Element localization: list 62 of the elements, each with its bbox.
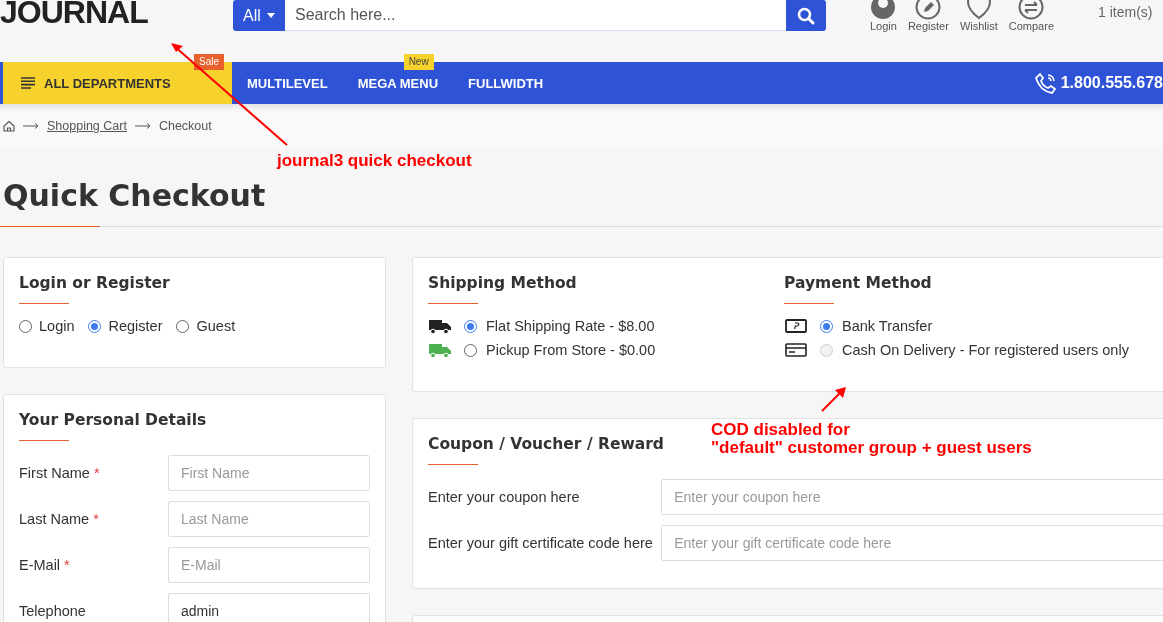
input-field[interactable]: Enter your gift certificate code here bbox=[661, 525, 1163, 561]
search-button[interactable] bbox=[786, 0, 826, 31]
input-field[interactable]: E-Mail bbox=[168, 547, 370, 583]
phone-number[interactable]: 1.800.555.678 bbox=[1060, 74, 1163, 92]
phone-icon bbox=[1034, 72, 1057, 94]
logo[interactable]: JOURNAL bbox=[0, 0, 233, 28]
field-label: Last Name * bbox=[19, 511, 100, 527]
breadcrumb-link[interactable]: Checkout bbox=[158, 119, 212, 133]
caret-icon bbox=[266, 13, 275, 18]
section-title: Payment Method bbox=[784, 273, 932, 294]
radio-option[interactable]: Pickup From Store - $0.00 bbox=[428, 342, 784, 358]
field-label: Telephone bbox=[19, 603, 87, 619]
account-link[interactable]: Wishlist bbox=[959, 0, 998, 32]
section-title: Coupon / Voucher / Reward bbox=[428, 434, 664, 455]
section-title: Your Personal Details bbox=[19, 410, 207, 431]
search-icon bbox=[797, 6, 815, 25]
field-label: E-Mail * bbox=[19, 557, 71, 573]
radio-button[interactable] bbox=[820, 319, 833, 333]
cart-link[interactable]: 1 item(s) bbox=[1098, 4, 1153, 20]
input-field[interactable]: Last Name bbox=[168, 501, 370, 537]
pencil-icon bbox=[915, 0, 942, 20]
menu-icon bbox=[21, 77, 35, 89]
radio-option[interactable]: Guest bbox=[176, 318, 236, 334]
home-icon[interactable] bbox=[3, 120, 15, 132]
nav-menu-item[interactable]: FULLWIDTH bbox=[453, 75, 559, 91]
input-field[interactable]: Enter your coupon here bbox=[661, 479, 1163, 515]
arrow-icon bbox=[23, 123, 39, 129]
radio-option[interactable]: Flat Shipping Rate - $8.00 bbox=[428, 318, 784, 334]
breadcrumb-link[interactable]: Shopping Cart bbox=[47, 119, 127, 133]
annotation-arrow bbox=[820, 385, 848, 413]
category-dropdown[interactable]: All bbox=[233, 0, 285, 31]
field-label: First Name * bbox=[19, 465, 101, 481]
radio-button[interactable] bbox=[176, 319, 190, 333]
radio-button[interactable] bbox=[464, 319, 477, 333]
nav-menu-item[interactable]: MULTILEVEL bbox=[232, 75, 343, 91]
radio-button[interactable] bbox=[19, 319, 32, 333]
field-label: Enter your gift certificate code here bbox=[428, 535, 654, 551]
field-label: Enter your coupon here bbox=[428, 489, 581, 505]
annotation-text: journal3 quick checkout bbox=[277, 152, 472, 170]
section-title: Login or Register bbox=[19, 273, 170, 294]
search-field[interactable]: Search here... bbox=[285, 0, 786, 31]
banknote-icon bbox=[784, 318, 808, 334]
radio-button[interactable] bbox=[88, 319, 102, 333]
input-field[interactable]: First Name bbox=[168, 455, 370, 491]
heart-icon bbox=[965, 0, 992, 20]
radio-option[interactable]: Login bbox=[19, 318, 75, 334]
page-title: Quick Checkout bbox=[3, 177, 267, 215]
credit-card-icon bbox=[784, 342, 808, 358]
account-link[interactable]: Login bbox=[870, 0, 897, 32]
annotation-text: COD disabled for "default" customer group + guest users bbox=[711, 421, 1032, 457]
account-link[interactable]: Register bbox=[907, 0, 949, 32]
input-field[interactable]: admin bbox=[168, 593, 370, 622]
nav-menu-item[interactable]: MEGA MENU bbox=[342, 75, 454, 91]
new-badge: New bbox=[403, 54, 434, 70]
section-title: Shipping Method bbox=[428, 273, 577, 294]
radio-button[interactable] bbox=[464, 343, 477, 357]
radio-option[interactable]: Register bbox=[88, 318, 163, 334]
arrow-icon bbox=[134, 123, 151, 129]
account-link[interactable]: Compare bbox=[1008, 0, 1055, 32]
radio-option[interactable]: Bank Transfer bbox=[784, 318, 1140, 334]
sale-badge: Sale bbox=[194, 54, 224, 70]
swap-icon bbox=[1018, 0, 1045, 20]
